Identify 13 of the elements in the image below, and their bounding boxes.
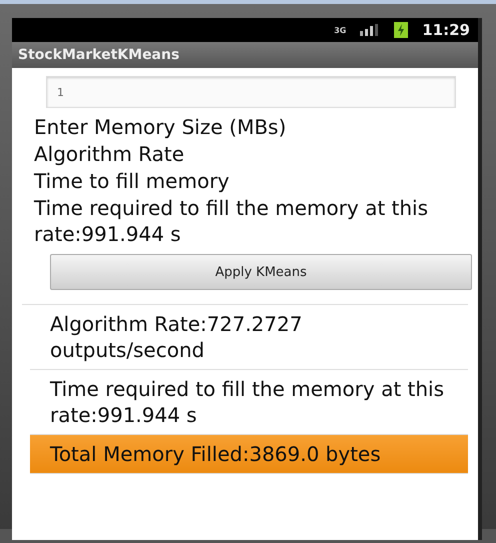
battery-charging-icon (394, 22, 408, 38)
apply-kmeans-button[interactable]: Apply KMeans (50, 254, 472, 290)
network-type-icon: 3G (334, 26, 346, 34)
app-title: StockMarketKMeans (12, 42, 478, 68)
form-label: Time required to fill the memory at this rate:991.944 s (33, 195, 430, 247)
result-item[interactable]: Algorithm Rate:727.2727 outputs/second (30, 305, 468, 370)
form-label: Time to fill memory (33, 168, 230, 194)
form-label: Enter Memory Size (MBs) (33, 114, 288, 140)
signal-icon (360, 24, 380, 36)
clock-time: 11:29 (422, 21, 470, 39)
memory-size-input[interactable]: 1 (46, 76, 456, 108)
result-item[interactable]: Total Memory Filled:3869.0 bytes (30, 435, 468, 474)
form-label: Algorithm Rate (33, 141, 186, 167)
